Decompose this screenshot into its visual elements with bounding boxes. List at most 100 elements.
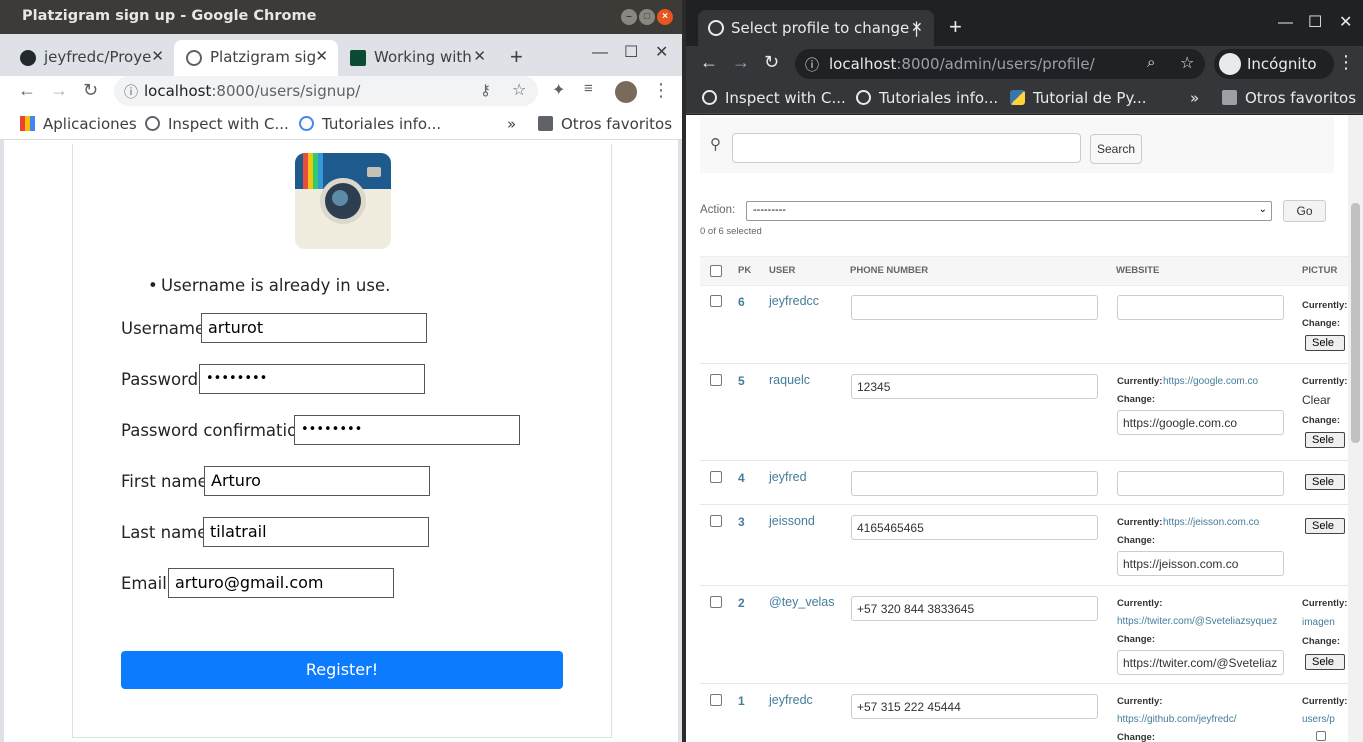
tab-close-icon[interactable]: ✕ xyxy=(473,47,486,65)
close-icon[interactable]: × xyxy=(657,9,673,25)
row-pk-link[interactable]: 2 xyxy=(738,596,745,610)
media-icon[interactable]: ≡ xyxy=(584,80,593,97)
last-name-input[interactable]: tilatrail xyxy=(203,517,429,547)
window-minimize-icon[interactable]: — xyxy=(1278,14,1293,31)
row-checkbox[interactable] xyxy=(710,374,722,386)
picture-file-button[interactable]: Sele xyxy=(1305,335,1345,351)
forward-icon[interactable]: → xyxy=(50,80,68,101)
row-checkbox[interactable] xyxy=(710,515,722,527)
incognito-badge[interactable]: Incógnito xyxy=(1214,49,1334,79)
website-current-link[interactable]: https://twiter.com/@Sveteliazsyquez xyxy=(1117,616,1277,627)
tab-github[interactable]: jeyfredc/Proye ✕ xyxy=(8,40,174,76)
bookmark-apps[interactable]: Aplicaciones xyxy=(20,115,137,133)
search-button[interactable]: Search xyxy=(1090,134,1142,164)
website-current-link[interactable]: https://jeisson.com.co xyxy=(1163,517,1259,528)
password-input[interactable]: •••••••• xyxy=(199,364,425,394)
phone-input[interactable]: +57 315 222 45444 xyxy=(851,694,1098,719)
bookmarks-overflow[interactable]: » xyxy=(507,115,516,133)
window-maximize-icon[interactable]: ☐ xyxy=(624,42,638,62)
minimize-icon[interactable]: – xyxy=(621,9,637,25)
tab-close-icon[interactable]: ✕ xyxy=(151,47,164,65)
new-tab-icon[interactable]: + xyxy=(510,44,523,70)
tab-platzigram[interactable]: Platzigram sig ✕ xyxy=(174,40,338,76)
scrollbar-thumb[interactable] xyxy=(1351,203,1360,443)
row-pk-link[interactable]: 6 xyxy=(738,295,745,309)
header-picture[interactable]: PICTUR xyxy=(1302,265,1337,276)
reload-icon[interactable]: ↻ xyxy=(83,80,98,101)
window-minimize-icon[interactable]: — xyxy=(592,44,608,62)
row-user-link[interactable]: jeyfredcc xyxy=(769,294,819,308)
window-close-icon[interactable]: ✕ xyxy=(655,42,668,62)
picture-file-button[interactable]: Sele xyxy=(1305,432,1345,448)
header-phone-number[interactable]: PHONE NUMBER xyxy=(850,265,928,276)
back-icon[interactable]: ← xyxy=(18,80,36,101)
phone-input[interactable]: 4165465465 xyxy=(851,515,1098,540)
menu-icon[interactable]: ⋮ xyxy=(652,80,670,101)
address-bar[interactable]: ⓘ localhost:8000/users/signup/ ⚷ ☆ xyxy=(114,76,538,106)
star-icon[interactable]: ☆ xyxy=(1180,53,1194,73)
reload-icon[interactable]: ↻ xyxy=(764,52,779,73)
tab-django-docs[interactable]: Working with ✕ xyxy=(338,40,496,76)
website-input[interactable] xyxy=(1117,471,1284,496)
new-tab-icon[interactable]: + xyxy=(949,14,962,40)
website-input[interactable]: https://jeisson.com.co xyxy=(1117,551,1284,576)
address-bar[interactable]: ⓘ localhost:8000/admin/users/profile/ ⌕ … xyxy=(795,49,1205,79)
forward-icon[interactable]: → xyxy=(732,52,750,73)
avatar[interactable] xyxy=(615,81,637,103)
action-select[interactable]: --------- ⌄ xyxy=(746,201,1272,221)
tab-close-icon[interactable]: ✕ xyxy=(911,19,923,36)
row-pk-link[interactable]: 1 xyxy=(738,694,745,708)
row-user-link[interactable]: jeissond xyxy=(769,514,815,528)
vertical-scrollbar[interactable] xyxy=(1348,115,1363,742)
window-maximize-icon[interactable]: ☐ xyxy=(1308,12,1322,32)
row-checkbox[interactable] xyxy=(710,694,722,706)
row-user-link[interactable]: @tey_velas xyxy=(769,595,835,609)
website-input[interactable] xyxy=(1117,295,1284,320)
key-icon[interactable]: ⚷ xyxy=(480,81,491,99)
row-user-link[interactable]: jeyfred xyxy=(769,470,807,484)
picture-file-button[interactable]: Sele xyxy=(1305,518,1345,534)
maximize-icon[interactable]: □ xyxy=(639,9,655,25)
picture-current-link[interactable]: imagen xyxy=(1302,617,1335,628)
extensions-icon[interactable]: ✦ xyxy=(552,80,565,100)
select-all-checkbox[interactable] xyxy=(710,265,722,277)
row-pk-link[interactable]: 5 xyxy=(738,374,745,388)
picture-file-button[interactable]: Sele xyxy=(1305,474,1345,490)
row-checkbox[interactable] xyxy=(710,471,722,483)
row-pk-link[interactable]: 4 xyxy=(738,471,745,485)
website-input[interactable]: https://google.com.co xyxy=(1117,410,1284,435)
register-button[interactable]: Register! xyxy=(121,651,563,689)
bookmark-otros-favoritos[interactable]: Otros favoritos xyxy=(1222,89,1356,107)
bookmark-tutoriales[interactable]: Tutoriales info... xyxy=(299,115,441,133)
header-pk[interactable]: PK xyxy=(738,265,751,276)
picture-file-button[interactable]: Sele xyxy=(1305,654,1345,670)
username-input[interactable]: arturot xyxy=(201,313,427,343)
bookmark-tutorial-python[interactable]: Tutorial de Py... xyxy=(1010,89,1147,107)
info-icon[interactable]: ⓘ xyxy=(805,55,819,75)
zoom-icon[interactable]: ⌕ xyxy=(1147,54,1155,71)
bookmark-inspect[interactable]: Inspect with C... xyxy=(702,89,846,107)
row-checkbox[interactable] xyxy=(710,596,722,608)
info-icon[interactable]: ⓘ xyxy=(124,82,138,102)
bookmark-otros-favoritos[interactable]: Otros favoritos xyxy=(538,115,672,133)
tab-admin-profile[interactable]: Select profile to change | ✕ xyxy=(698,10,934,46)
phone-input[interactable]: +57 320 844 3833645 xyxy=(851,596,1098,621)
go-button[interactable]: Go xyxy=(1283,200,1326,222)
phone-input[interactable]: 12345 xyxy=(851,374,1098,399)
password-confirmation-input[interactable]: •••••••• xyxy=(294,415,520,445)
bookmark-tutoriales[interactable]: Tutoriales info... xyxy=(856,89,998,107)
left-window-titlebar[interactable]: Platzigram sign up - Google Chrome – □ × xyxy=(0,0,682,34)
row-pk-link[interactable]: 3 xyxy=(738,515,745,529)
menu-icon[interactable]: ⋮ xyxy=(1337,52,1355,73)
row-user-link[interactable]: raquelc xyxy=(769,373,810,387)
header-website[interactable]: WEBSITE xyxy=(1116,265,1159,276)
phone-input[interactable] xyxy=(851,295,1098,320)
website-input[interactable]: https://twiter.com/@Sveteliaz xyxy=(1117,650,1284,675)
search-input[interactable] xyxy=(732,133,1081,163)
star-icon[interactable]: ☆ xyxy=(512,80,526,100)
picture-clear-label[interactable]: Clear xyxy=(1302,393,1331,407)
website-current-link[interactable]: https://github.com/jeyfredc/ xyxy=(1117,714,1237,725)
tab-close-icon[interactable]: ✕ xyxy=(315,47,328,65)
first-name-input[interactable]: Arturo xyxy=(204,466,430,496)
phone-input[interactable] xyxy=(851,471,1098,496)
